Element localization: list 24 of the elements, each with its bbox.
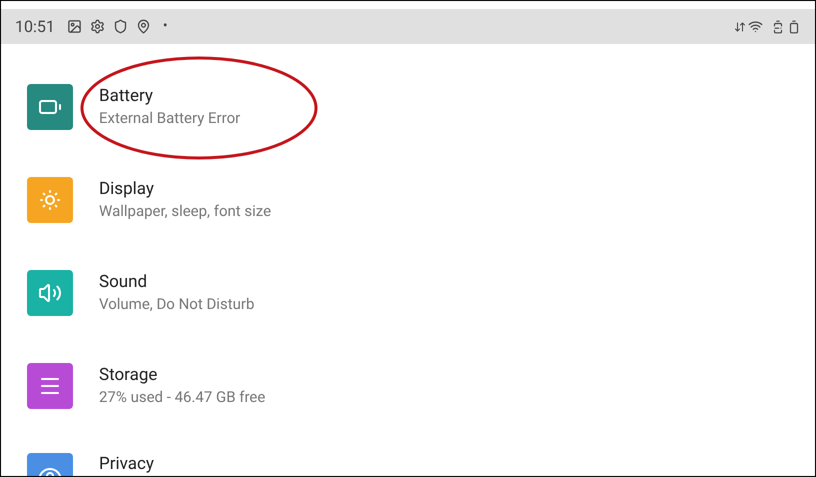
battery-status-icon — [787, 20, 801, 34]
settings-title: Display — [99, 178, 155, 200]
settings-icon — [90, 19, 105, 34]
location-pin-icon — [136, 19, 151, 34]
data-arrows-icon — [734, 20, 746, 32]
status-dot: • — [162, 17, 168, 36]
settings-subtitle: Volume, Do Not Disturb — [99, 294, 254, 314]
image-icon — [66, 19, 82, 34]
settings-title: Battery — [99, 84, 154, 106]
shield-icon — [112, 19, 128, 34]
sun-icon — [38, 188, 62, 212]
settings-item[interactable]: Privacy — [1, 432, 815, 476]
settings-subtitle: 27% used - 46.47 GB free — [99, 386, 266, 408]
settings-title: Sound — [99, 270, 148, 292]
settings-title: Storage — [99, 364, 158, 386]
wifi-icon — [748, 19, 763, 34]
status-time: 10:51 — [15, 16, 55, 38]
settings-title: Privacy — [99, 453, 154, 475]
settings-subtitle: External Battery Error — [99, 108, 240, 128]
settings-item[interactable]: Storage 27% used - 46.47 GB free — [1, 339, 815, 432]
settings-subtitle: Wallpaper, sleep, font size — [99, 200, 272, 222]
settings-item[interactable]: Sound Volume, Do Not Disturb — [1, 246, 815, 339]
settings-item[interactable]: Display Wallpaper, sleep, font size — [1, 153, 815, 246]
settings-item[interactable]: Battery External Battery Error — [1, 60, 815, 153]
